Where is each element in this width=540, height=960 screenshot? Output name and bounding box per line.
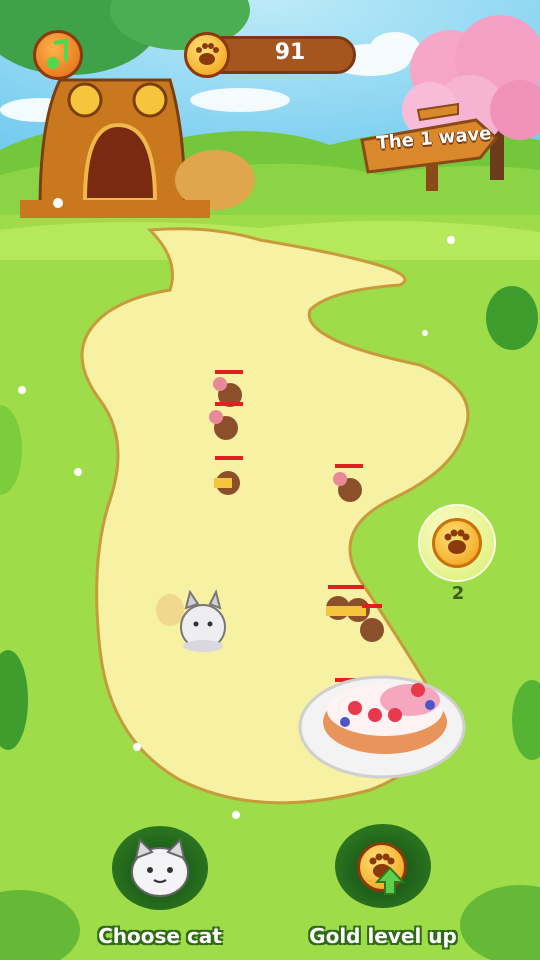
paw-coin-icon (184, 32, 230, 78)
cat-face-icon (131, 838, 189, 897)
arrow-up-icon (375, 866, 405, 895)
paw-coin-icon (432, 518, 482, 568)
bush (486, 286, 538, 350)
gold-level-up-button[interactable] (333, 826, 433, 906)
music-button[interactable] (33, 30, 83, 80)
gold-level-up-label[interactable]: Gold level up (303, 924, 463, 948)
coin-pickup-button[interactable] (418, 504, 496, 582)
choose-cat-button[interactable] (110, 828, 210, 908)
music-note-icon (47, 38, 68, 69)
cake-goal (298, 675, 466, 779)
coin-count: 91 (274, 40, 306, 65)
pickup-count: 2 (451, 583, 465, 604)
choose-cat-label[interactable]: Choose cat (90, 924, 230, 948)
